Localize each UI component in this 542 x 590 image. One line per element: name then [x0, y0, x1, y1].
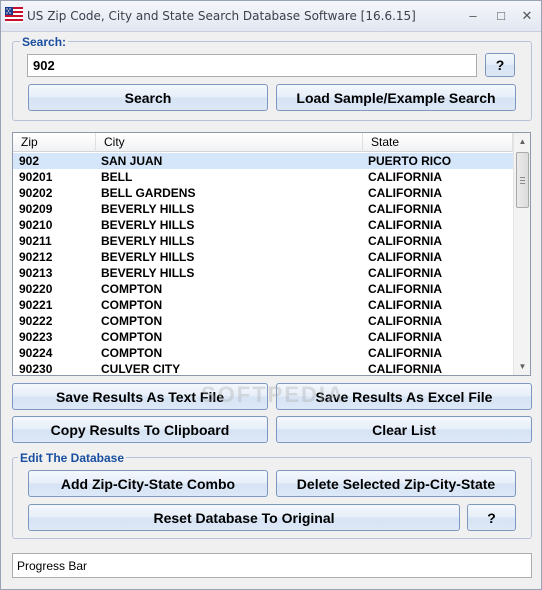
cell-city: BELL GARDENS	[101, 186, 196, 200]
table-row[interactable]: 90201 BELL CALIFORNIA	[13, 169, 513, 185]
cell-zip: 90222	[19, 314, 53, 328]
table-row[interactable]: 90224 COMPTON CALIFORNIA	[13, 345, 513, 361]
watermark: SOFTPEDIA	[201, 382, 345, 407]
vertical-scrollbar[interactable]: ▲ ▼	[513, 133, 530, 375]
table-row[interactable]: 90223 COMPTON CALIFORNIA	[13, 329, 513, 345]
table-row[interactable]: 90209 BEVERLY HILLS CALIFORNIA	[13, 201, 513, 217]
column-header-zip[interactable]: Zip	[13, 133, 96, 152]
cell-city: COMPTON	[101, 314, 163, 328]
results-rows: 902 SAN JUAN PUERTO RICO 90201 BELL CALIFORNI…	[13, 153, 513, 376]
cell-city: COMPTON	[101, 282, 163, 296]
results-list[interactable]: Zip City State 902 SAN JUAN PUERTO RICO 902…	[12, 132, 531, 376]
us-flag-icon	[5, 7, 23, 23]
grip-line	[520, 177, 525, 178]
cell-city: COMPTON	[101, 298, 163, 312]
search-help-button[interactable]: ?	[485, 53, 515, 77]
title-bar[interactable]: US Zip Code, City and State Search Datab…	[1, 1, 541, 32]
progress-bar: Progress Bar	[12, 553, 532, 578]
cell-state: CALIFORNIA	[368, 314, 442, 328]
cell-zip: 90211	[19, 234, 52, 248]
grip-line	[520, 180, 525, 181]
column-header-state[interactable]: State	[363, 133, 513, 152]
grip-line	[520, 183, 525, 184]
app-window: US Zip Code, City and State Search Datab…	[0, 0, 542, 590]
maximize-button[interactable]: □	[491, 7, 511, 25]
table-row[interactable]: 90212 BEVERLY HILLS CALIFORNIA	[13, 249, 513, 265]
window-title: US Zip Code, City and State Search Datab…	[27, 9, 416, 23]
cell-state: CALIFORNIA	[368, 186, 442, 200]
cell-zip: 90221	[19, 298, 53, 312]
load-sample-button[interactable]: Load Sample/Example Search	[276, 84, 516, 111]
cell-state: CALIFORNIA	[368, 298, 442, 312]
table-row[interactable]: 90210 BEVERLY HILLS CALIFORNIA	[13, 217, 513, 233]
table-row[interactable]: 90211 BEVERLY HILLS CALIFORNIA	[13, 233, 513, 249]
close-button[interactable]: ✕	[517, 7, 537, 25]
list-header: Zip City State	[13, 133, 513, 152]
delete-selected-button[interactable]: Delete Selected Zip-City-State	[276, 470, 516, 497]
scroll-down-icon[interactable]: ▼	[514, 358, 530, 375]
table-row[interactable]: 902 SAN JUAN PUERTO RICO	[13, 153, 513, 169]
table-row[interactable]: 90220 COMPTON CALIFORNIA	[13, 281, 513, 297]
cell-state: CALIFORNIA	[368, 362, 442, 376]
cell-city: CULVER CITY	[101, 362, 181, 376]
table-row[interactable]: 90230 CULVER CITY CALIFORNIA	[13, 361, 513, 376]
copy-clipboard-button[interactable]: Copy Results To Clipboard	[12, 416, 268, 443]
cell-state: CALIFORNIA	[368, 330, 442, 344]
table-row[interactable]: 90221 COMPTON CALIFORNIA	[13, 297, 513, 313]
cell-city: BELL	[101, 170, 133, 184]
cell-zip: 902	[19, 154, 40, 168]
cell-state: CALIFORNIA	[368, 170, 442, 184]
cell-zip: 90209	[19, 202, 53, 216]
cell-city: BEVERLY HILLS	[101, 250, 195, 264]
cell-city: BEVERLY HILLS	[101, 202, 195, 216]
cell-state: CALIFORNIA	[368, 266, 442, 280]
cell-city: COMPTON	[101, 346, 163, 360]
edit-group-label: Edit The Database	[18, 451, 127, 465]
column-header-city[interactable]: City	[96, 133, 363, 152]
search-input[interactable]: 902	[27, 54, 477, 77]
scroll-up-icon[interactable]: ▲	[514, 133, 530, 150]
cell-state: CALIFORNIA	[368, 218, 442, 232]
clear-list-button[interactable]: Clear List	[276, 416, 532, 443]
table-row[interactable]: 90222 COMPTON CALIFORNIA	[13, 313, 513, 329]
cell-city: SAN JUAN	[101, 154, 163, 168]
cell-zip: 90213	[19, 266, 53, 280]
cell-city: BEVERLY HILLS	[101, 234, 195, 248]
search-group-label: Search:	[20, 35, 69, 49]
cell-zip: 90202	[19, 186, 53, 200]
add-combo-button[interactable]: Add Zip-City-State Combo	[28, 470, 268, 497]
cell-zip: 90224	[19, 346, 53, 360]
cell-state: CALIFORNIA	[368, 202, 442, 216]
cell-state: CALIFORNIA	[368, 346, 442, 360]
cell-state: CALIFORNIA	[368, 234, 442, 248]
reset-database-button[interactable]: Reset Database To Original	[28, 504, 460, 531]
cell-city: BEVERLY HILLS	[101, 218, 195, 232]
edit-help-button[interactable]: ?	[467, 504, 516, 531]
cell-zip: 90201	[19, 170, 53, 184]
cell-state: CALIFORNIA	[368, 282, 442, 296]
cell-zip: 90212	[19, 250, 53, 264]
cell-zip: 90210	[19, 218, 53, 232]
table-row[interactable]: 90202 BELL GARDENS CALIFORNIA	[13, 185, 513, 201]
cell-zip: 90230	[19, 362, 53, 376]
cell-city: BEVERLY HILLS	[101, 266, 195, 280]
scroll-thumb[interactable]	[516, 152, 529, 208]
cell-state: CALIFORNIA	[368, 250, 442, 264]
cell-state: PUERTO RICO	[368, 154, 452, 168]
cell-city: COMPTON	[101, 330, 163, 344]
cell-zip: 90220	[19, 282, 53, 296]
search-button[interactable]: Search	[28, 84, 268, 111]
minimize-button[interactable]: –	[463, 7, 483, 25]
table-row[interactable]: 90213 BEVERLY HILLS CALIFORNIA	[13, 265, 513, 281]
cell-zip: 90223	[19, 330, 53, 344]
